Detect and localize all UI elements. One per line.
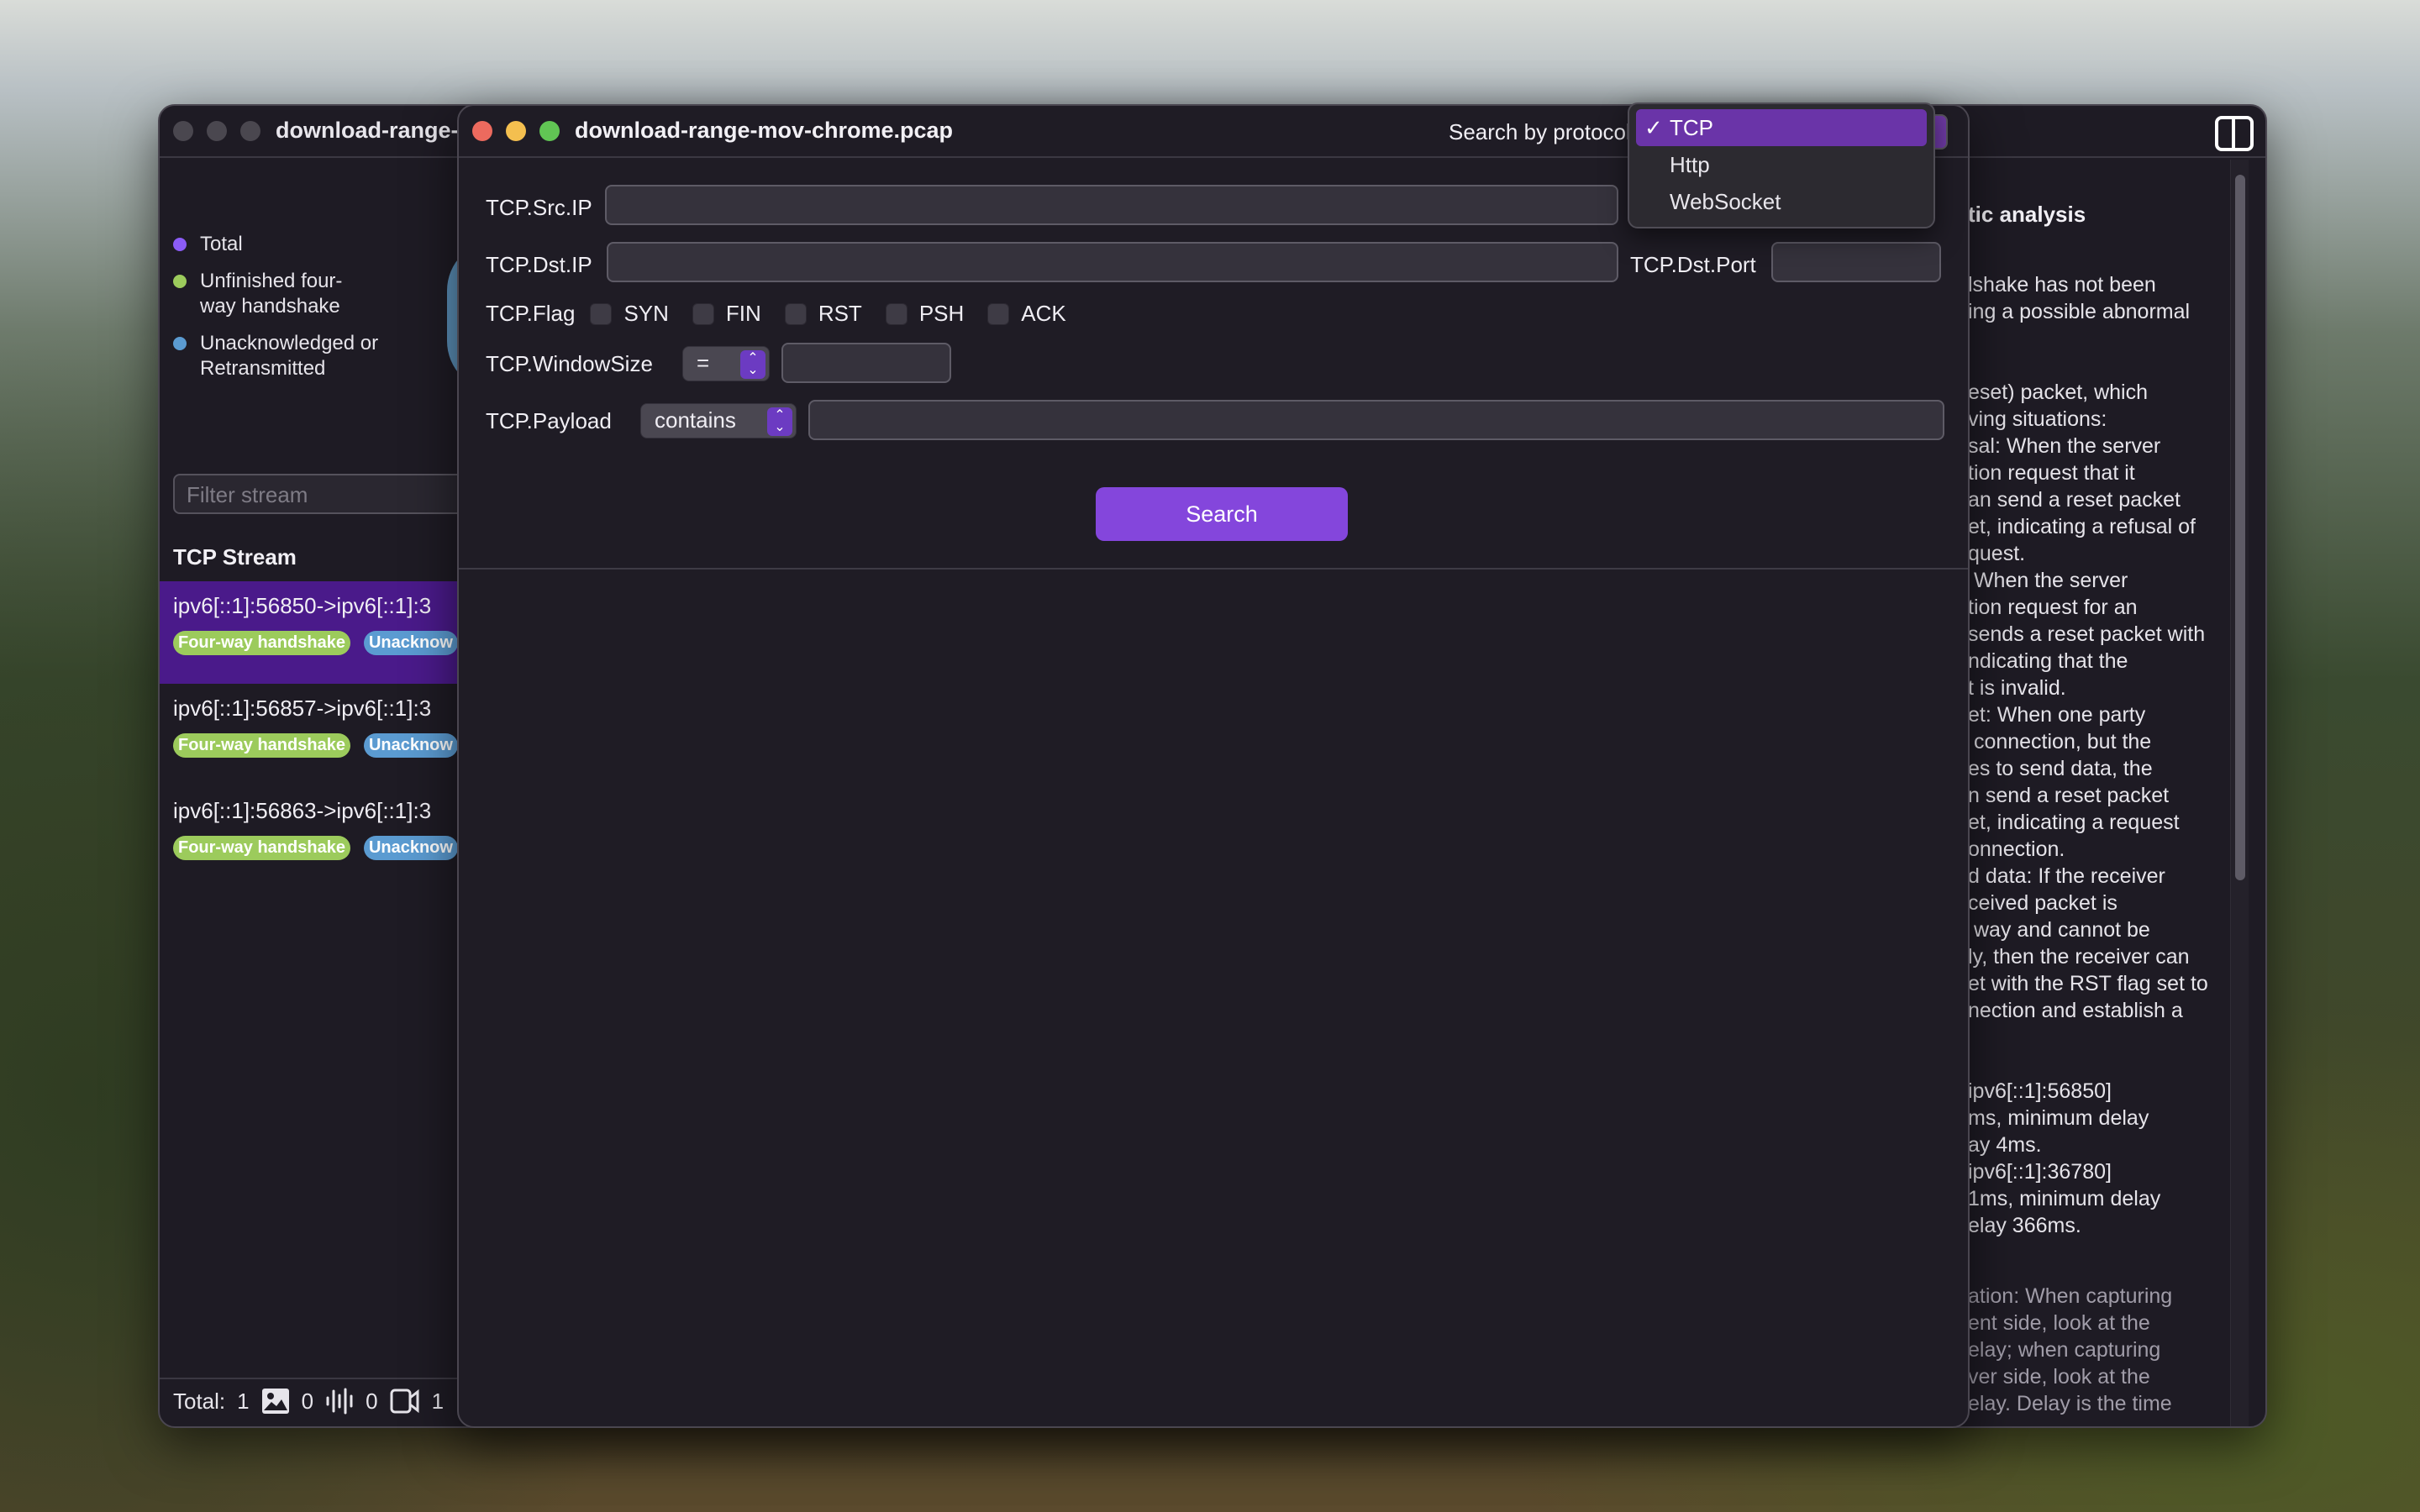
stream-address: ipv6[::1]:56863->ipv6[::1]:3 [173, 798, 432, 823]
menu-item-label: TCP [1670, 115, 1713, 140]
close-button-inactive[interactable] [173, 121, 193, 141]
checkbox-label: FIN [725, 301, 761, 326]
legend-dot-icon [173, 275, 187, 288]
src-ip-input[interactable] [605, 185, 1618, 225]
checkbox[interactable] [784, 302, 807, 325]
stream-list-item[interactable]: ipv6[::1]:56863->ipv6[::1]:3 Four-way ha… [160, 786, 462, 889]
analysis-heading: tic analysis [1968, 202, 2086, 227]
checkbox[interactable] [590, 302, 613, 325]
chevron-updown-icon: ⌃ ⌄ [740, 350, 765, 379]
dst-ip-label: TCP.Dst.IP [486, 252, 592, 277]
stream-address: ipv6[::1]:56850->ipv6[::1]:3 [173, 593, 432, 618]
tag-unacknowledged: Unacknow [363, 836, 458, 860]
checkbox-label: RST [818, 301, 862, 326]
tag-unacknowledged: Unacknow [363, 733, 458, 758]
checkbox[interactable] [885, 302, 908, 325]
minimize-button[interactable] [506, 121, 526, 141]
flag-syn[interactable]: SYN [590, 301, 669, 327]
dst-port-label: TCP.Dst.Port [1630, 252, 1756, 277]
sidebar-toggle-icon[interactable] [2215, 116, 2254, 151]
flag-psh[interactable]: PSH [885, 301, 965, 327]
waveform-icon [326, 1388, 353, 1415]
flag-fin[interactable]: FIN [692, 301, 761, 327]
chevron-updown-icon: ⌃ ⌄ [767, 407, 792, 436]
legend-item-unfinished: Unfinished four-way handshake [173, 269, 425, 319]
results-area [459, 570, 1968, 1426]
flag-label: TCP.Flag [486, 301, 576, 326]
checkbox[interactable] [692, 302, 714, 325]
image-icon [261, 1389, 289, 1414]
stream-heading: TCP Stream [173, 544, 297, 570]
footer-stats: Total: 1 0 0 1 [173, 1388, 444, 1415]
video-camera-icon [390, 1389, 419, 1414]
video-count: 1 [431, 1388, 445, 1414]
checkbox-label: PSH [918, 301, 965, 326]
payload-label: TCP.Payload [486, 408, 612, 433]
analysis-paragraph: eset) packet, which ving situations: sal… [1968, 381, 2208, 1022]
stream-list-item[interactable]: ipv6[::1]:56857->ipv6[::1]:3 Four-way ha… [160, 684, 462, 786]
analysis-paragraph: ation: When capturing ent side, look at … [1968, 1284, 2173, 1415]
operator-value: = [697, 350, 710, 375]
scrollbar[interactable] [2230, 160, 2249, 1426]
search-button[interactable]: Search [1096, 487, 1348, 541]
protocol-label: Search by protocol [1449, 119, 1631, 144]
minimize-button-inactive[interactable] [207, 121, 227, 141]
footer-divider [160, 1378, 462, 1379]
window-size-input[interactable] [781, 343, 951, 383]
dst-port-input[interactable] [1771, 242, 1941, 282]
tag-handshake: Four-way handshake [173, 836, 350, 860]
legend-label: Total [200, 233, 243, 255]
stream-address: ipv6[::1]:56857->ipv6[::1]:3 [173, 696, 432, 721]
legend-dot-icon [173, 337, 187, 350]
payload-input[interactable] [808, 400, 1944, 440]
window-size-operator-select[interactable]: = ⌃ ⌄ [682, 346, 770, 381]
zoom-button-inactive[interactable] [240, 121, 260, 141]
legend-dot-icon [173, 238, 187, 251]
legend-item-unacknowledged: Unacknowledged or Retransmitted [173, 331, 425, 381]
payload-operator-select[interactable]: contains ⌃ ⌄ [640, 403, 797, 438]
menu-item-label: Http [1670, 152, 1710, 177]
checkbox-label: ACK [1021, 301, 1066, 326]
audio-count: 0 [366, 1388, 378, 1414]
diagnostic-analysis-panel: tic analysis lshake has not been ing a p… [1968, 160, 2233, 1426]
legend-label: Unfinished four-way handshake [200, 270, 343, 318]
flag-ack[interactable]: ACK [987, 301, 1066, 327]
total-label: Total: [173, 1388, 226, 1414]
analysis-paragraph: lshake has not been ing a possible abnor… [1968, 273, 2191, 323]
tag-handshake: Four-way handshake [173, 631, 350, 655]
total-value: 1 [237, 1388, 250, 1414]
checkbox-label: SYN [623, 301, 669, 326]
tag-unacknowledged: Unacknow [363, 631, 458, 655]
scrollbar-thumb[interactable] [2235, 175, 2245, 880]
filter-stream-input[interactable]: Filter stream [173, 474, 476, 514]
legend-item-total: Total [173, 232, 425, 257]
search-window: download-range-mov-chrome.pcap Search by… [457, 104, 1970, 1428]
src-ip-label: TCP.Src.IP [486, 195, 592, 220]
window-title: download-range-mov-chrome.pcap [575, 118, 954, 143]
menu-item-tcp[interactable]: ✓ TCP [1636, 109, 1927, 146]
menu-item-label: WebSocket [1670, 189, 1781, 214]
protocol-dropdown-menu: ✓ TCP Http WebSocket [1628, 102, 1935, 228]
dst-ip-input[interactable] [607, 242, 1618, 282]
tag-handshake: Four-way handshake [173, 733, 350, 758]
chart-legend: Total Unfinished four-way handshake Unac… [173, 232, 425, 393]
tcp-flag-row: TCP.Flag SYN FIN RST PSH ACK [486, 301, 1075, 327]
flag-rst[interactable]: RST [784, 301, 862, 327]
menu-item-http[interactable]: Http [1636, 146, 1927, 183]
operator-value: contains [655, 407, 736, 433]
close-button[interactable] [472, 121, 492, 141]
zoom-button[interactable] [539, 121, 560, 141]
checkbox[interactable] [987, 302, 1010, 325]
menu-item-websocket[interactable]: WebSocket [1636, 183, 1927, 220]
checkmark-icon: ✓ [1644, 115, 1663, 140]
stream-list-item[interactable]: ipv6[::1]:56850->ipv6[::1]:3 Four-way ha… [160, 581, 462, 684]
window-size-label: TCP.WindowSize [486, 351, 653, 376]
analysis-paragraph: ipv6[::1]:56850] ms, minimum delay ay 4m… [1968, 1079, 2161, 1237]
legend-label: Unacknowledged or Retransmitted [200, 332, 379, 380]
image-count: 0 [301, 1388, 314, 1414]
